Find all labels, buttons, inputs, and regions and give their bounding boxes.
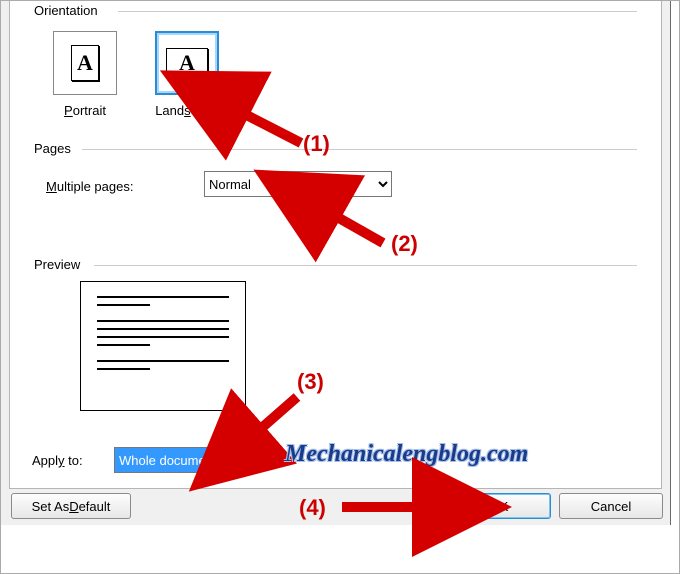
orientation-options: A Portrait A Landscape bbox=[46, 31, 226, 118]
apply-to-value: Whole document bbox=[115, 448, 234, 472]
portrait-icon: A bbox=[53, 31, 117, 95]
page-glyph: A bbox=[166, 48, 208, 78]
dialog-content: Orientation A Portrait A Landscape Pages bbox=[9, 1, 662, 489]
divider bbox=[94, 265, 637, 266]
portrait-label: Portrait bbox=[64, 103, 106, 118]
screenshot-stage: Orientation A Portrait A Landscape Pages bbox=[0, 0, 680, 574]
preview-thumbnail bbox=[80, 281, 246, 411]
divider bbox=[82, 149, 637, 150]
preview-group-label: Preview bbox=[32, 257, 82, 272]
orientation-portrait[interactable]: A Portrait bbox=[46, 31, 124, 118]
apply-to-select[interactable]: Whole document bbox=[114, 447, 256, 473]
multiple-pages-select[interactable]: Normal bbox=[204, 171, 392, 197]
set-as-default-button[interactable]: Set As Default bbox=[11, 493, 131, 519]
chevron-down-icon bbox=[234, 448, 255, 472]
orientation-group-label: Orientation bbox=[32, 3, 100, 18]
landscape-label: Landscape bbox=[155, 103, 219, 118]
divider bbox=[118, 11, 637, 12]
pages-group-label: Pages bbox=[32, 141, 73, 156]
page-glyph: A bbox=[71, 45, 99, 81]
ok-button[interactable]: OK bbox=[447, 493, 551, 519]
landscape-icon: A bbox=[155, 31, 219, 95]
apply-to-label: Apply to: bbox=[32, 453, 83, 468]
cancel-button[interactable]: Cancel bbox=[559, 493, 663, 519]
page-setup-dialog: Orientation A Portrait A Landscape Pages bbox=[1, 1, 671, 525]
orientation-landscape[interactable]: A Landscape bbox=[148, 31, 226, 118]
multiple-pages-label: Multiple pages: bbox=[46, 179, 133, 194]
